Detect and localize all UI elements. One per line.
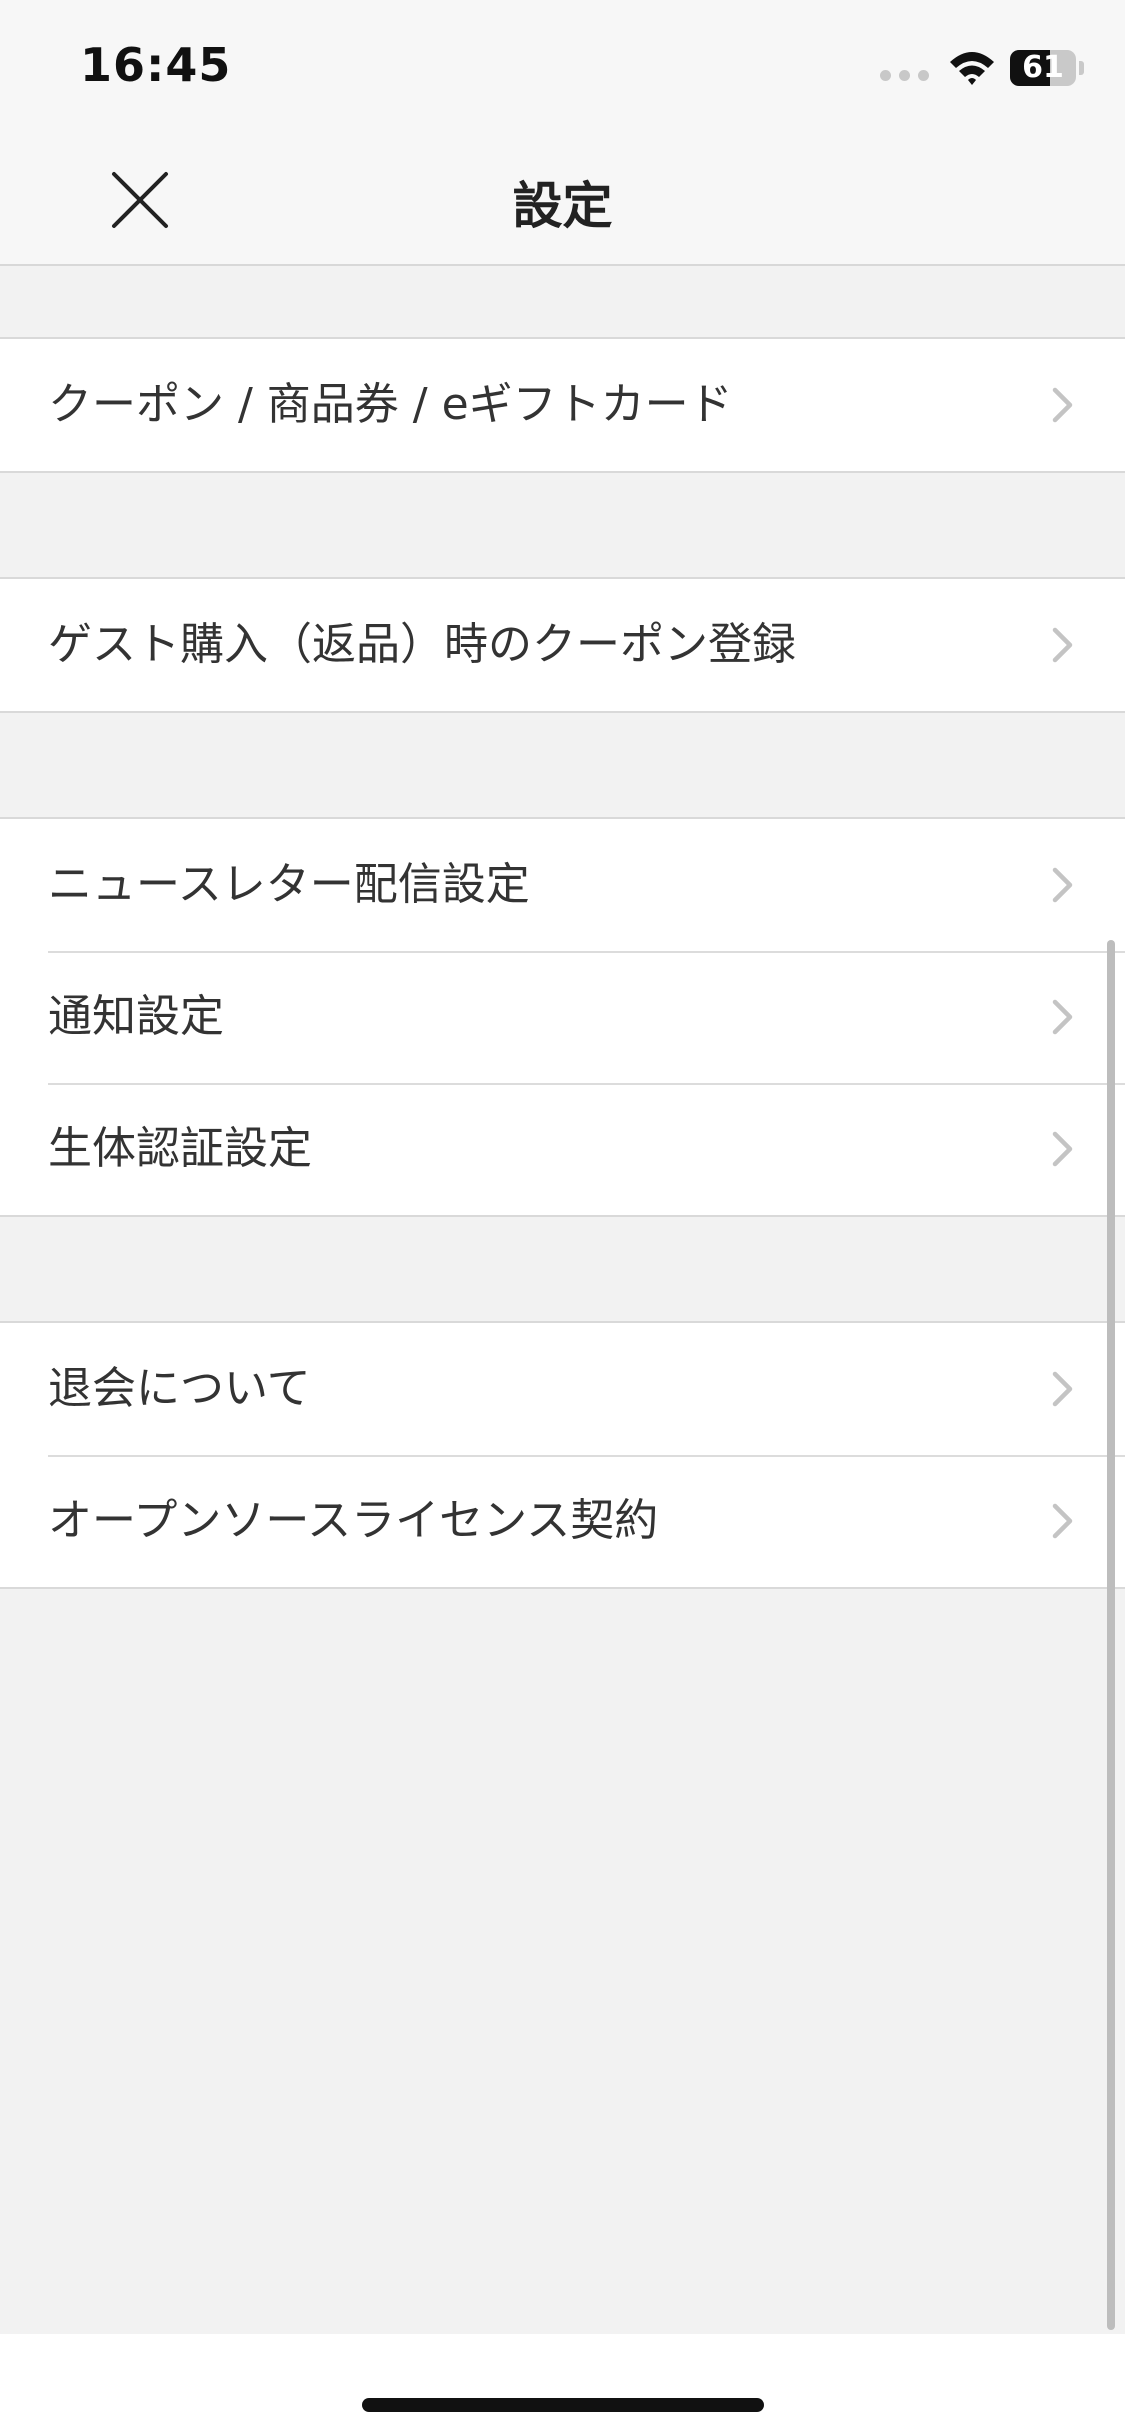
settings-group-account: 退会について オープンソースライセンス契約 bbox=[0, 1321, 1125, 1589]
settings-item-label: ニュースレター配信設定 bbox=[48, 859, 530, 910]
settings-item-biometric[interactable]: 生体認証設定 bbox=[0, 1083, 1125, 1215]
settings-item-notifications[interactable]: 通知設定 bbox=[0, 951, 1125, 1083]
settings-item-label: 生体認証設定 bbox=[48, 1123, 312, 1174]
status-bar: 16:45 61 bbox=[0, 0, 1125, 130]
settings-item-label: ゲスト購入（返品）時のクーポン登録 bbox=[48, 619, 796, 670]
settings-item-guest-purchase-coupon[interactable]: ゲスト購入（返品）時のクーポン登録 bbox=[0, 579, 1125, 711]
settings-item-newsletter[interactable]: ニュースレター配信設定 bbox=[0, 819, 1125, 951]
navigation-bar: 設定 bbox=[0, 130, 1125, 266]
settings-item-label: クーポン / 商品券 / eギフトカード bbox=[48, 379, 733, 430]
settings-screen: 16:45 61 設定 クーポン / 商品券 / eギフトカード ゲスト購入（返… bbox=[0, 0, 1125, 2436]
settings-item-label: オープンソースライセンス契約 bbox=[48, 1495, 659, 1546]
bottom-safe-area bbox=[0, 2334, 1125, 2436]
settings-item-label: 通知設定 bbox=[48, 991, 224, 1042]
chevron-right-icon bbox=[1052, 1131, 1073, 1167]
battery-level: 61 bbox=[1022, 50, 1064, 85]
chevron-right-icon bbox=[1052, 1371, 1073, 1407]
page-title: 設定 bbox=[512, 177, 613, 235]
settings-group-guest-coupon: ゲスト購入（返品）時のクーポン登録 bbox=[0, 577, 1125, 713]
chevron-right-icon bbox=[1052, 1503, 1073, 1539]
chevron-right-icon bbox=[1052, 867, 1073, 903]
settings-item-open-source-license[interactable]: オープンソースライセンス契約 bbox=[0, 1455, 1125, 1587]
home-indicator[interactable] bbox=[362, 2398, 764, 2412]
status-time: 16:45 bbox=[80, 38, 232, 92]
settings-item-coupons-gift-cards[interactable]: クーポン / 商品券 / eギフトカード bbox=[0, 339, 1125, 471]
battery-icon: 61 bbox=[1010, 50, 1076, 86]
wifi-icon bbox=[950, 52, 994, 85]
settings-item-label: 退会について bbox=[48, 1363, 311, 1414]
settings-group-notifications: ニュースレター配信設定 通知設定 生体認証設定 bbox=[0, 817, 1125, 1217]
cellular-signal-icon bbox=[880, 70, 929, 81]
chevron-right-icon bbox=[1052, 387, 1073, 423]
scrollbar[interactable] bbox=[1107, 940, 1115, 2330]
chevron-right-icon bbox=[1052, 627, 1073, 663]
settings-item-withdrawal[interactable]: 退会について bbox=[0, 1323, 1125, 1455]
settings-group-coupons: クーポン / 商品券 / eギフトカード bbox=[0, 337, 1125, 473]
chevron-right-icon bbox=[1052, 999, 1073, 1035]
battery-tip bbox=[1079, 61, 1084, 75]
